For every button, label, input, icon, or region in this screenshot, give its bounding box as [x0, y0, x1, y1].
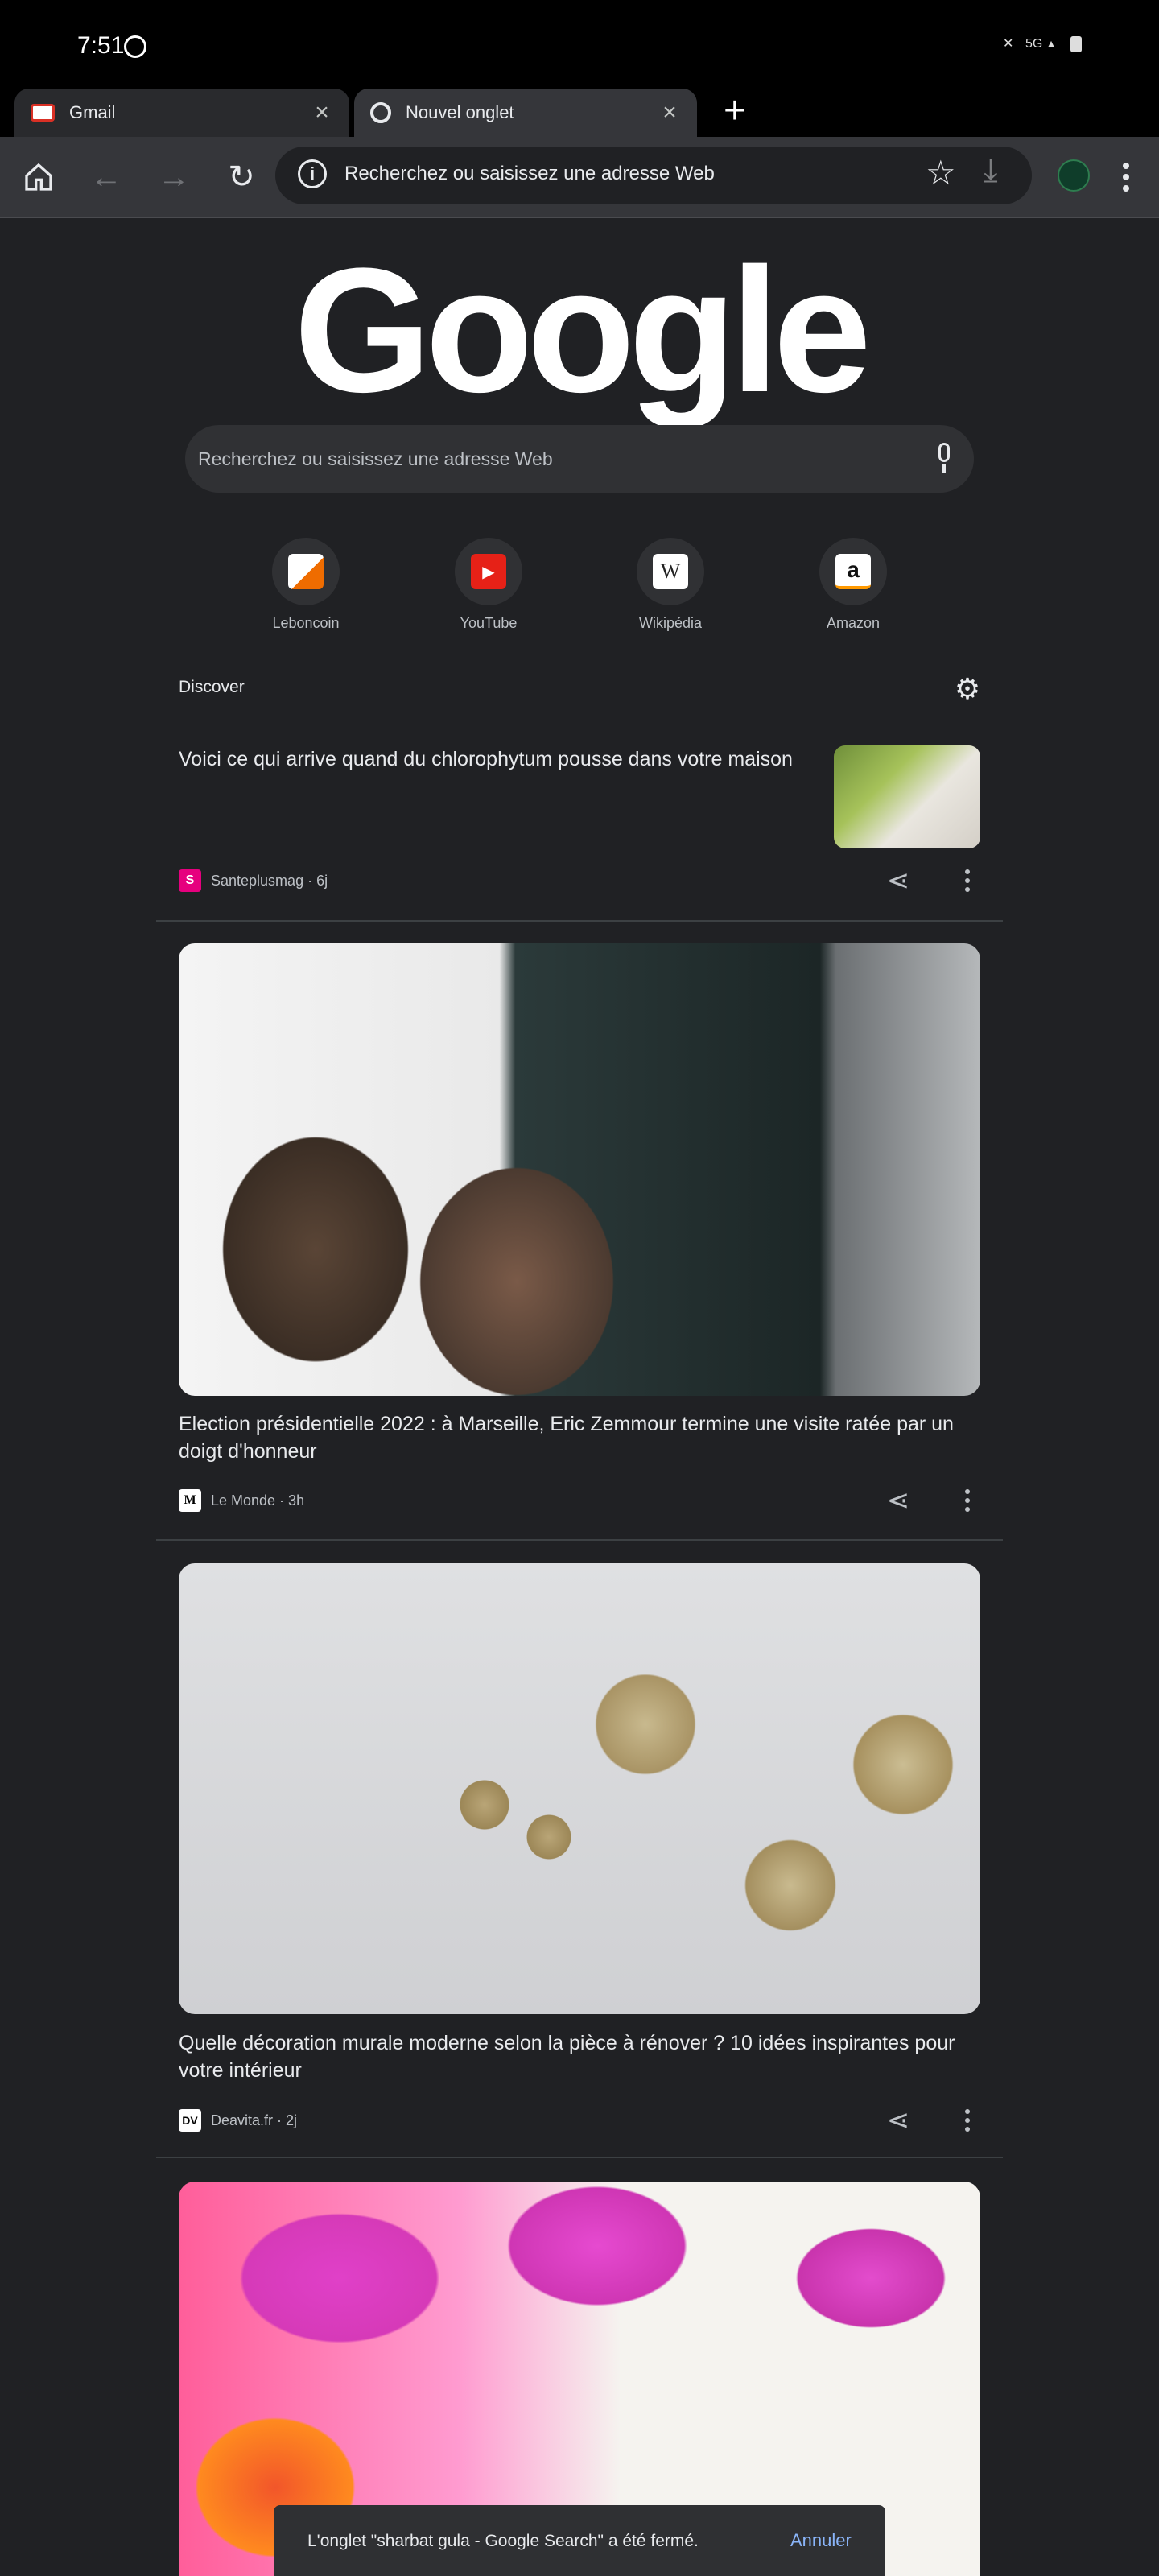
home-icon — [25, 163, 52, 191]
source-logo: M — [179, 1489, 201, 1512]
divider — [156, 920, 1003, 922]
youtube-icon: ▶ — [455, 538, 522, 605]
status-time: 7:51 — [77, 32, 125, 59]
tab-gmail[interactable]: Gmail × — [14, 89, 349, 137]
reload-button[interactable]: ↻ — [217, 153, 266, 201]
menu-more-icon[interactable] — [1114, 158, 1138, 196]
bookmark-star-icon[interactable]: ☆ — [926, 153, 956, 192]
omnibox-text: Recherchez ou saisissez une adresse Web — [344, 163, 715, 184]
back-button[interactable]: ← — [82, 153, 130, 201]
tab-label: Gmail — [69, 102, 116, 122]
home-button[interactable] — [14, 153, 63, 201]
tab-label: Nouvel onglet — [406, 102, 514, 122]
google-logo: Google — [294, 231, 872, 429]
more-options-icon[interactable] — [959, 1486, 975, 1515]
source-logo: S — [179, 869, 201, 892]
shortcut-leboncoin[interactable]: Leboncoin — [225, 538, 386, 632]
shortcut-wikipedia[interactable]: W Wikipédia — [590, 538, 751, 632]
article-thumbnail[interactable] — [834, 745, 980, 848]
chrome-icon — [370, 102, 391, 123]
gmail-icon — [31, 104, 55, 122]
mute-icon: ✕ — [1003, 37, 1014, 51]
new-tab-button[interactable]: + — [715, 90, 755, 132]
signal-icon: ▴ — [1048, 37, 1055, 51]
shortcut-amazon[interactable]: a Amazon — [773, 538, 934, 632]
status-icons: ✕ 5G ▴ — [1003, 35, 1082, 53]
whatsapp-notification-icon — [124, 35, 146, 58]
shortcut-label: YouTube — [460, 615, 518, 631]
discover-heading: Discover — [179, 678, 245, 696]
article-title[interactable]: Quelle décoration murale moderne selon l… — [179, 2029, 980, 2084]
article-meta: DV Deavita.fr · 2j — [179, 2109, 297, 2132]
shortcut-label: Leboncoin — [272, 615, 340, 631]
close-tab-icon[interactable]: × — [306, 97, 338, 129]
status-bar — [0, 0, 1159, 85]
search-placeholder: Recherchez ou saisissez une adresse Web — [198, 448, 553, 469]
avatar[interactable] — [1058, 159, 1090, 192]
share-icon[interactable]: ⋖ — [882, 865, 914, 897]
close-tab-icon[interactable]: × — [654, 97, 686, 129]
info-icon[interactable]: i — [298, 159, 327, 188]
share-icon[interactable]: ⋖ — [882, 2104, 914, 2136]
network-type-label: 5G — [1025, 37, 1043, 51]
article-source: Deavita.fr · 2j — [211, 2112, 298, 2128]
article-meta: S Santeplusmag · 6j — [179, 869, 328, 892]
microphone-icon[interactable] — [934, 441, 953, 477]
undo-button[interactable]: Annuler — [790, 2530, 852, 2551]
article-title[interactable]: Voici ce qui arrive quand du chlorophytu… — [179, 745, 815, 773]
article-image[interactable] — [179, 1563, 980, 2014]
divider — [156, 1539, 1003, 1541]
more-options-icon[interactable] — [959, 2106, 975, 2135]
article-title[interactable]: Election présidentielle 2022 : à Marseil… — [179, 1410, 980, 1465]
shortcut-label: Wikipédia — [638, 615, 703, 631]
wikipedia-icon: W — [637, 538, 704, 605]
article-image[interactable] — [179, 943, 980, 1396]
more-options-icon[interactable] — [959, 866, 975, 895]
article-meta: M Le Monde · 3h — [179, 1489, 304, 1512]
battery-icon — [1070, 36, 1082, 52]
snackbar-message: L'onglet "sharbat gula - Google Search" … — [307, 2532, 699, 2550]
shortcut-youtube[interactable]: ▶ YouTube — [408, 538, 569, 632]
shortcut-label: Amazon — [826, 615, 881, 631]
amazon-icon: a — [819, 538, 887, 605]
leboncoin-icon — [272, 538, 340, 605]
tab-new-tab[interactable]: Nouvel onglet × — [354, 89, 697, 137]
share-icon[interactable]: ⋖ — [882, 1484, 914, 1517]
divider — [156, 2157, 1003, 2158]
article-source: Santeplusmag · 6j — [211, 872, 328, 889]
source-logo: DV — [179, 2109, 201, 2132]
gear-icon[interactable]: ⚙ — [953, 675, 982, 704]
download-icon[interactable]: ⤓ — [984, 153, 998, 189]
forward-button[interactable]: → — [150, 153, 198, 201]
article-source: Le Monde · 3h — [211, 1492, 305, 1509]
